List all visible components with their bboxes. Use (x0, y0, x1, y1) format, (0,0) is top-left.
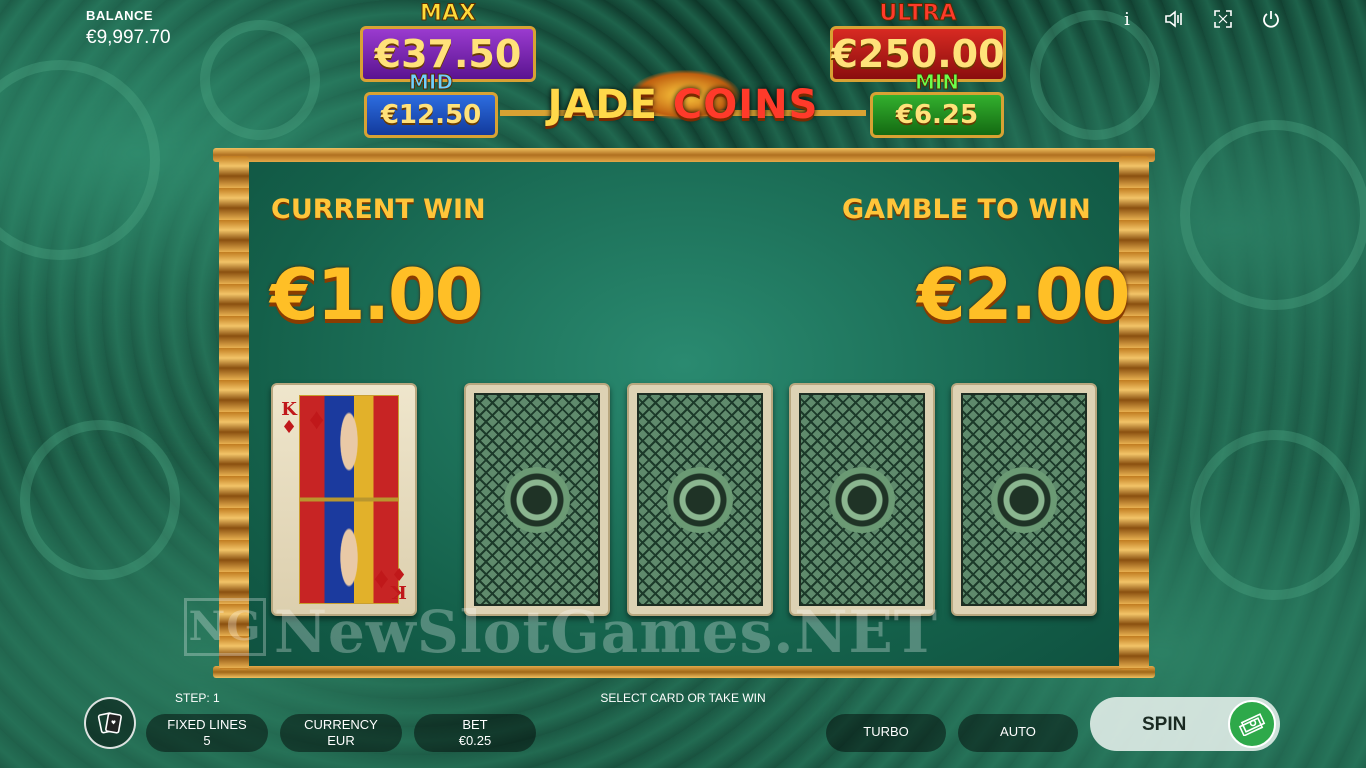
panel-pillar-left (219, 156, 249, 670)
watermark-logo: NG (184, 598, 266, 656)
game-logo: JADE COINS (500, 70, 866, 140)
logo-text-coins: COINS (672, 82, 819, 128)
background-swirl (20, 420, 180, 580)
spin-label: SPIN (1142, 714, 1187, 735)
face-down-card-4[interactable] (951, 383, 1097, 616)
spin-button[interactable]: SPIN (1090, 697, 1280, 751)
panel-frame-bottom (213, 666, 1155, 678)
card-suit: ♦ (390, 563, 407, 584)
currency-display: CURRENCY EUR (280, 714, 402, 752)
face-down-card-1[interactable] (464, 383, 610, 616)
background-swirl (1190, 430, 1360, 600)
watermark-text: NewSlotGames.NET (274, 598, 938, 666)
current-win-label: CURRENT WIN (271, 194, 486, 225)
balance-display: BALANCE €9,997.70 (86, 8, 171, 49)
card-back-emblem-icon (667, 466, 733, 533)
jackpot-mid-label: MID (409, 70, 454, 94)
turbo-button[interactable]: TURBO (826, 714, 946, 752)
card-back-emblem-icon (829, 466, 895, 533)
card-suit: ♦ (281, 417, 298, 438)
face-down-card-2[interactable] (627, 383, 773, 616)
gamble-cards-button[interactable] (84, 697, 136, 749)
bet-value: €0.25 (458, 733, 492, 748)
current-win-value: €1.00 (270, 254, 483, 336)
auto-button[interactable]: AUTO (958, 714, 1078, 752)
jackpot-mid-value: €12.50 (364, 92, 498, 138)
panel-pillar-right (1119, 156, 1149, 670)
sound-icon[interactable] (1164, 8, 1186, 30)
take-win-cash-icon[interactable] (1228, 700, 1276, 748)
diamond-suit-icon: ♦ (373, 562, 389, 595)
jackpot-mid: MID €12.50 (364, 72, 498, 138)
top-controls: i (1116, 8, 1282, 30)
fixed-lines-label: FIXED LINES (167, 717, 247, 732)
currency-label: CURRENCY (304, 717, 378, 732)
balance-value: €9,997.70 (86, 27, 171, 48)
background-swirl (0, 60, 160, 260)
card-corner-bottom: K ♦ (390, 563, 407, 602)
logo-text: JADE COINS (548, 82, 819, 128)
fixed-lines-value: 5 (203, 733, 211, 748)
jackpot-min-label: MIN (914, 70, 960, 94)
logo-text-jade: JADE (547, 82, 658, 128)
fixed-lines-display: FIXED LINES 5 (146, 714, 268, 752)
jackpot-min-value: €6.25 (870, 92, 1004, 138)
cards-icon (97, 712, 122, 734)
face-down-card-3[interactable] (789, 383, 935, 616)
currency-value: EUR (327, 733, 355, 748)
info-icon[interactable]: i (1116, 8, 1138, 30)
background-swirl (1180, 120, 1366, 310)
jackpot-min: MIN €6.25 (870, 72, 1004, 138)
revealed-card-king-of-diamonds: K ♦ K ♦ ♦ ♦ (271, 383, 417, 616)
background-swirl (200, 20, 320, 140)
fullscreen-icon[interactable] (1212, 8, 1234, 30)
jackpot-ultra-label: ULTRA (879, 1, 957, 26)
card-back-emblem-icon (504, 466, 570, 533)
watermark: NG NewSlotGames.NET (184, 598, 938, 666)
gamble-to-win-label: GAMBLE TO WIN (842, 194, 1091, 225)
power-icon[interactable] (1260, 8, 1282, 30)
bet-selector[interactable]: BET €0.25 (414, 714, 536, 752)
card-back-emblem-icon (991, 466, 1057, 533)
gamble-to-win-value: €2.00 (917, 254, 1130, 336)
jackpot-max-label: MAX (420, 1, 477, 26)
panel-frame-top (213, 148, 1155, 162)
diamond-suit-icon: ♦ (309, 403, 325, 436)
bet-label: BET (462, 717, 488, 732)
balance-label: BALANCE (86, 8, 154, 23)
card-corner-top: K ♦ (281, 401, 297, 437)
